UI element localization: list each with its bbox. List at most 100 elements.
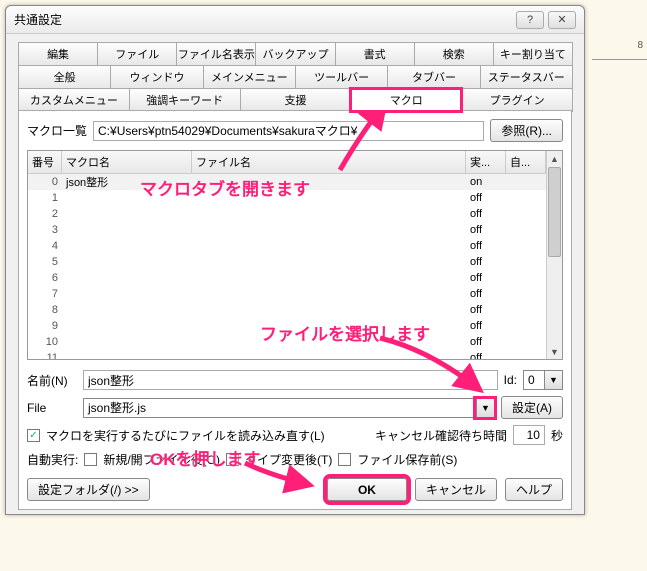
- col-number[interactable]: 番号: [28, 151, 62, 173]
- settei-button[interactable]: 設定(A): [501, 396, 563, 419]
- close-icon[interactable]: ✕: [548, 11, 576, 29]
- chevron-down-icon[interactable]: ▼: [476, 399, 494, 417]
- tab-search[interactable]: 検索: [414, 42, 494, 66]
- cell-number: 11: [28, 352, 62, 359]
- table-row[interactable]: 5 off: [28, 254, 546, 270]
- settings-dialog: 共通設定 ? ✕ 編集 ファイル ファイル名表示 バックアップ 書式 検索 キー…: [5, 5, 585, 515]
- seconds-label: 秒: [551, 427, 563, 444]
- cell-exec: off: [466, 336, 506, 348]
- cell-exec: off: [466, 288, 506, 300]
- tab-filename-display[interactable]: ファイル名表示: [176, 42, 256, 66]
- name-input[interactable]: [83, 370, 498, 390]
- autorun-save-label: ファイル保存前(S): [357, 451, 457, 468]
- help-icon[interactable]: ?: [516, 11, 544, 29]
- cell-number: 1: [28, 192, 62, 204]
- table-row[interactable]: 7 off: [28, 286, 546, 302]
- table-row[interactable]: 1off: [28, 190, 546, 206]
- cell-exec: off: [466, 208, 506, 220]
- col-file-name[interactable]: ファイル名: [192, 151, 466, 173]
- cell-macro-name: json整形: [62, 174, 192, 190]
- table-row[interactable]: 4 off: [28, 238, 546, 254]
- tab-statusbar[interactable]: ステータスバー: [480, 65, 573, 89]
- titlebar: 共通設定 ? ✕: [6, 6, 584, 34]
- col-auto[interactable]: 自...: [506, 151, 546, 173]
- cell-number: 2: [28, 208, 62, 220]
- table-row[interactable]: 6 off: [28, 270, 546, 286]
- table-row[interactable]: 3 off: [28, 222, 546, 238]
- autorun-open-label: 新規/開ファイル後(O): [103, 451, 220, 468]
- col-exec[interactable]: 実...: [466, 151, 506, 173]
- tab-support[interactable]: 支援: [240, 88, 352, 112]
- autorun-type-label: タイプ変更後(T): [245, 451, 332, 468]
- cell-number: 10: [28, 336, 62, 348]
- cell-exec: off: [466, 240, 506, 252]
- tab-keyword-highlight[interactable]: 強調キーワード: [129, 88, 241, 112]
- cell-exec: off: [466, 272, 506, 284]
- scroll-thumb[interactable]: [548, 167, 561, 257]
- tab-key-assign[interactable]: キー割り当て: [493, 42, 573, 66]
- reload-label: マクロを実行するたびにファイルを読み込み直す(L): [46, 427, 369, 444]
- tab-edit[interactable]: 編集: [18, 42, 98, 66]
- tab-mainmenu[interactable]: メインメニュー: [203, 65, 296, 89]
- autorun-open-checkbox[interactable]: [84, 453, 97, 466]
- cell-exec: off: [466, 256, 506, 268]
- macro-panel: マクロ一覧 参照(R)... 番号 マクロ名 ファイル名 実... 自... 0…: [18, 110, 572, 510]
- cell-exec: off: [466, 224, 506, 236]
- list-header: 番号 マクロ名 ファイル名 実... 自...: [28, 151, 546, 174]
- file-label: File: [27, 401, 77, 415]
- cell-exec: off: [466, 304, 506, 316]
- cell-number: 3: [28, 224, 62, 236]
- help-button[interactable]: ヘルプ: [505, 478, 563, 501]
- table-row[interactable]: 10 off: [28, 334, 546, 350]
- id-label: Id:: [504, 373, 517, 387]
- window-title: 共通設定: [14, 11, 62, 28]
- scroll-up-icon[interactable]: ▲: [547, 151, 562, 166]
- file-combo[interactable]: json整形.js ▼: [83, 398, 495, 418]
- autorun-label: 自動実行:: [27, 451, 78, 468]
- tab-macro[interactable]: マクロ: [350, 88, 462, 112]
- id-combo[interactable]: 0 ▼: [523, 370, 563, 390]
- settings-folder-button[interactable]: 設定フォルダ(/) >>: [27, 478, 150, 501]
- tab-custom-menu[interactable]: カスタムメニュー: [18, 88, 130, 112]
- cell-number: 6: [28, 272, 62, 284]
- autorun-type-checkbox[interactable]: [226, 453, 239, 466]
- cell-number: 0: [28, 176, 62, 188]
- tab-window[interactable]: ウィンドウ: [110, 65, 203, 89]
- tab-tabbar[interactable]: タブバー: [387, 65, 480, 89]
- tab-backup[interactable]: バックアップ: [255, 42, 335, 66]
- macro-path-input[interactable]: [93, 121, 484, 141]
- macro-list[interactable]: 番号 マクロ名 ファイル名 実... 自... 0json整形on1off2of…: [27, 150, 563, 360]
- cell-number: 9: [28, 320, 62, 332]
- chevron-down-icon[interactable]: ▼: [544, 371, 562, 389]
- col-macro-name[interactable]: マクロ名: [62, 151, 192, 173]
- table-row[interactable]: 0json整形 on: [28, 174, 546, 190]
- cell-exec: off: [466, 320, 506, 332]
- autorun-save-checkbox[interactable]: [338, 453, 351, 466]
- tab-general[interactable]: 全般: [18, 65, 111, 89]
- table-row[interactable]: 9 off: [28, 318, 546, 334]
- cell-exec: on: [466, 176, 506, 188]
- table-row[interactable]: 11off: [28, 350, 546, 359]
- tab-strip: 編集 ファイル ファイル名表示 バックアップ 書式 検索 キー割り当て 全般 ウ…: [18, 42, 572, 111]
- editor-ruler: 8: [592, 40, 647, 60]
- tab-toolbar[interactable]: ツールバー: [295, 65, 388, 89]
- table-row[interactable]: 2 off: [28, 206, 546, 222]
- cancel-wait-label: キャンセル確認待ち時間: [375, 427, 507, 444]
- tab-format[interactable]: 書式: [335, 42, 415, 66]
- reload-checkbox[interactable]: ✓: [27, 429, 40, 442]
- list-scrollbar[interactable]: ▲ ▼: [546, 151, 562, 359]
- cell-number: 5: [28, 256, 62, 268]
- tab-plugin[interactable]: プラグイン: [461, 88, 573, 112]
- macro-list-label: マクロ一覧: [27, 122, 87, 139]
- cell-number: 4: [28, 240, 62, 252]
- browse-button[interactable]: 参照(R)...: [490, 119, 563, 142]
- table-row[interactable]: 8 off: [28, 302, 546, 318]
- cell-number: 8: [28, 304, 62, 316]
- name-label: 名前(N): [27, 372, 77, 389]
- cancel-wait-input[interactable]: [513, 425, 545, 445]
- scroll-down-icon[interactable]: ▼: [547, 344, 562, 359]
- ok-button[interactable]: OK: [327, 478, 407, 501]
- tab-file[interactable]: ファイル: [97, 42, 177, 66]
- cell-number: 7: [28, 288, 62, 300]
- cancel-button[interactable]: キャンセル: [415, 478, 497, 501]
